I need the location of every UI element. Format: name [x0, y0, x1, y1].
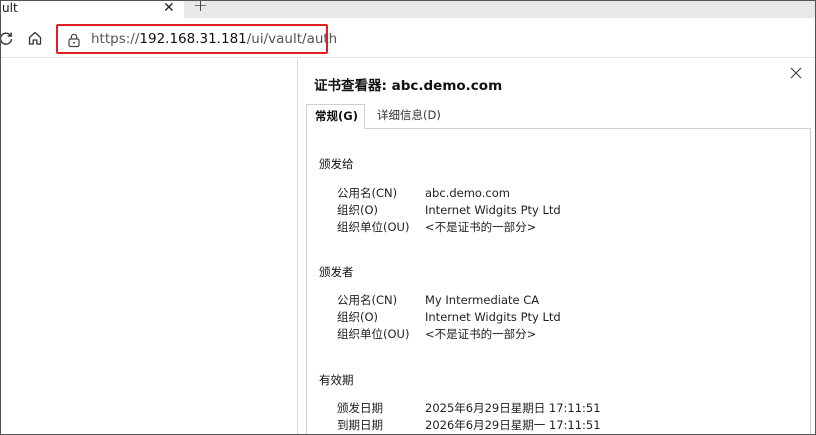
field-value: <不是证书的一部分> — [425, 220, 537, 234]
field-value: Internet Widgits Pty Ltd — [425, 310, 561, 324]
field-value: My Intermediate CA — [425, 293, 540, 307]
field-value: abc.demo.com — [425, 186, 510, 200]
field-value: <不是证书的一部分> — [425, 327, 537, 341]
field-label: 公用名(CN) — [337, 293, 398, 307]
section-validity-title: 有效期 — [319, 373, 354, 387]
field-label: 到期日期 — [337, 418, 383, 432]
url-host: 192.168.31.181 — [139, 31, 247, 47]
field-value: Internet Widgits Pty Ltd — [425, 203, 561, 217]
field-label: 组织单位(OU) — [337, 220, 410, 234]
issued-to-cn-row: 公用名(CN) abc.demo.com — [337, 185, 510, 201]
certificate-viewer: 证书查看器: abc.demo.com 常规(G) 详细信息(D) 颁发给 公用… — [297, 59, 815, 434]
url-scheme: https:// — [91, 31, 140, 47]
tab-close-icon[interactable]: ✕ — [163, 1, 175, 16]
page-content — [1, 59, 297, 434]
close-icon[interactable] — [788, 65, 804, 81]
tab-details[interactable]: 详细信息(D) — [369, 104, 449, 129]
new-tab-icon[interactable]: + — [193, 1, 208, 15]
lock-icon[interactable] — [66, 32, 82, 48]
browser-toolbar: https://192.168.31.181/ui/vault/auth — [1, 18, 815, 58]
tab-strip: ult ✕ + — [1, 1, 815, 18]
reload-icon — [1, 32, 13, 45]
field-label: 组织单位(OU) — [337, 327, 410, 341]
field-label: 公用名(CN) — [337, 186, 398, 200]
tab-title: ult — [2, 1, 18, 15]
section-issued-by-title: 颁发者 — [319, 265, 354, 279]
url-text: https://192.168.31.181/ui/vault/auth — [91, 31, 337, 48]
field-value: 2025年6月29日星期日 17:11:51 — [425, 401, 601, 415]
issued-by-cn-row: 公用名(CN) My Intermediate CA — [337, 292, 539, 308]
issued-to-ou-row: 组织单位(OU) <不是证书的一部分> — [337, 219, 536, 235]
issued-to-o-row: 组织(O) Internet Widgits Pty Ltd — [337, 202, 561, 218]
browser-window: ult ✕ + https://192.168.31.181/ui/vault/… — [0, 0, 816, 435]
field-value: 2026年6月29日星期一 17:11:51 — [425, 418, 601, 432]
certificate-tabs: 常规(G) 详细信息(D) — [306, 104, 811, 129]
validity-issued-row: 颁发日期 2025年6月29日星期日 17:11:51 — [337, 400, 601, 416]
address-bar[interactable]: https://192.168.31.181/ui/vault/auth — [56, 24, 337, 54]
field-label: 组织(O) — [337, 203, 379, 217]
certificate-viewer-title: 证书查看器: abc.demo.com — [314, 78, 503, 94]
tab-general[interactable]: 常规(G) — [306, 104, 365, 129]
url-path: /ui/vault/auth — [246, 31, 338, 47]
certificate-general-content: 颁发给 公用名(CN) abc.demo.com 组织(O) Internet Wi… — [306, 129, 811, 434]
browser-tab[interactable]: ult ✕ — [1, 1, 184, 18]
home-icon — [28, 31, 42, 45]
issued-by-o-row: 组织(O) Internet Widgits Pty Ltd — [337, 309, 561, 325]
field-label: 组织(O) — [337, 310, 379, 324]
validity-expires-row: 到期日期 2026年6月29日星期一 17:11:51 — [337, 417, 601, 433]
reload-button[interactable] — [1, 27, 17, 49]
issued-by-ou-row: 组织单位(OU) <不是证书的一部分> — [337, 326, 536, 342]
home-button[interactable] — [24, 27, 46, 49]
section-issued-to-title: 颁发给 — [319, 157, 354, 171]
field-label: 颁发日期 — [337, 401, 383, 415]
